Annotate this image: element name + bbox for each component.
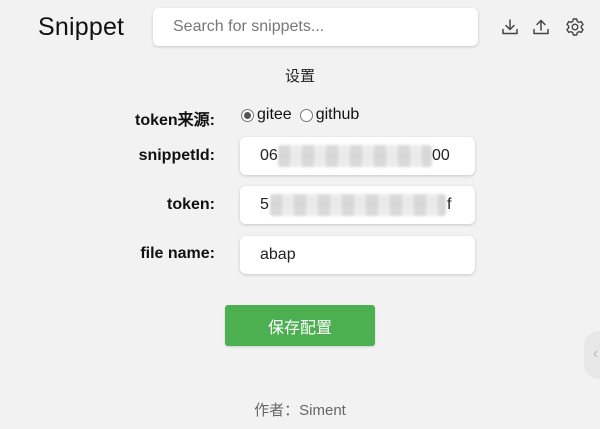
download-icon[interactable] — [500, 17, 520, 37]
token-value-start: 5 — [260, 196, 269, 213]
token-source-label: token来源: — [134, 112, 215, 129]
token-redaction — [270, 194, 446, 216]
search-box[interactable] — [153, 8, 478, 46]
snippet-id-value-end: 00 — [432, 147, 450, 164]
radio-github-label: github — [315, 106, 360, 123]
author-credit: 作者：Siment — [254, 402, 346, 419]
snippet-id-field[interactable]: 06 00 — [240, 137, 475, 175]
snippet-id-value-start: 06 — [260, 147, 278, 164]
snippet-id-label: snippetId: — [138, 147, 215, 164]
radio-github-dot[interactable] — [299, 108, 313, 122]
search-input[interactable] — [173, 18, 463, 36]
upload-icon[interactable] — [531, 17, 551, 37]
radio-gitee[interactable]: gitee — [241, 106, 292, 124]
file-name-label: file name: — [140, 245, 215, 262]
file-name-value: abap — [260, 246, 296, 263]
side-panel-handle[interactable]: ‹ — [585, 332, 600, 378]
token-label: token: — [167, 196, 215, 213]
token-source-radio-group: gitee github — [241, 106, 367, 124]
app-title: Snippet — [38, 13, 125, 41]
header: Snippet — [0, 0, 600, 60]
snippet-id-redaction — [278, 145, 432, 167]
token-value-end: f — [447, 196, 452, 213]
file-name-field[interactable]: abap — [240, 236, 475, 274]
token-field[interactable]: 5 f — [240, 186, 475, 224]
radio-github[interactable]: github — [299, 106, 360, 124]
radio-gitee-dot[interactable] — [241, 108, 254, 122]
gear-icon[interactable] — [565, 17, 585, 37]
radio-gitee-label: gitee — [257, 106, 292, 123]
page-title: 设置 — [284, 68, 315, 85]
chevron-left-icon: ‹ — [593, 345, 599, 362]
save-config-button[interactable]: 保存配置 — [225, 305, 375, 346]
